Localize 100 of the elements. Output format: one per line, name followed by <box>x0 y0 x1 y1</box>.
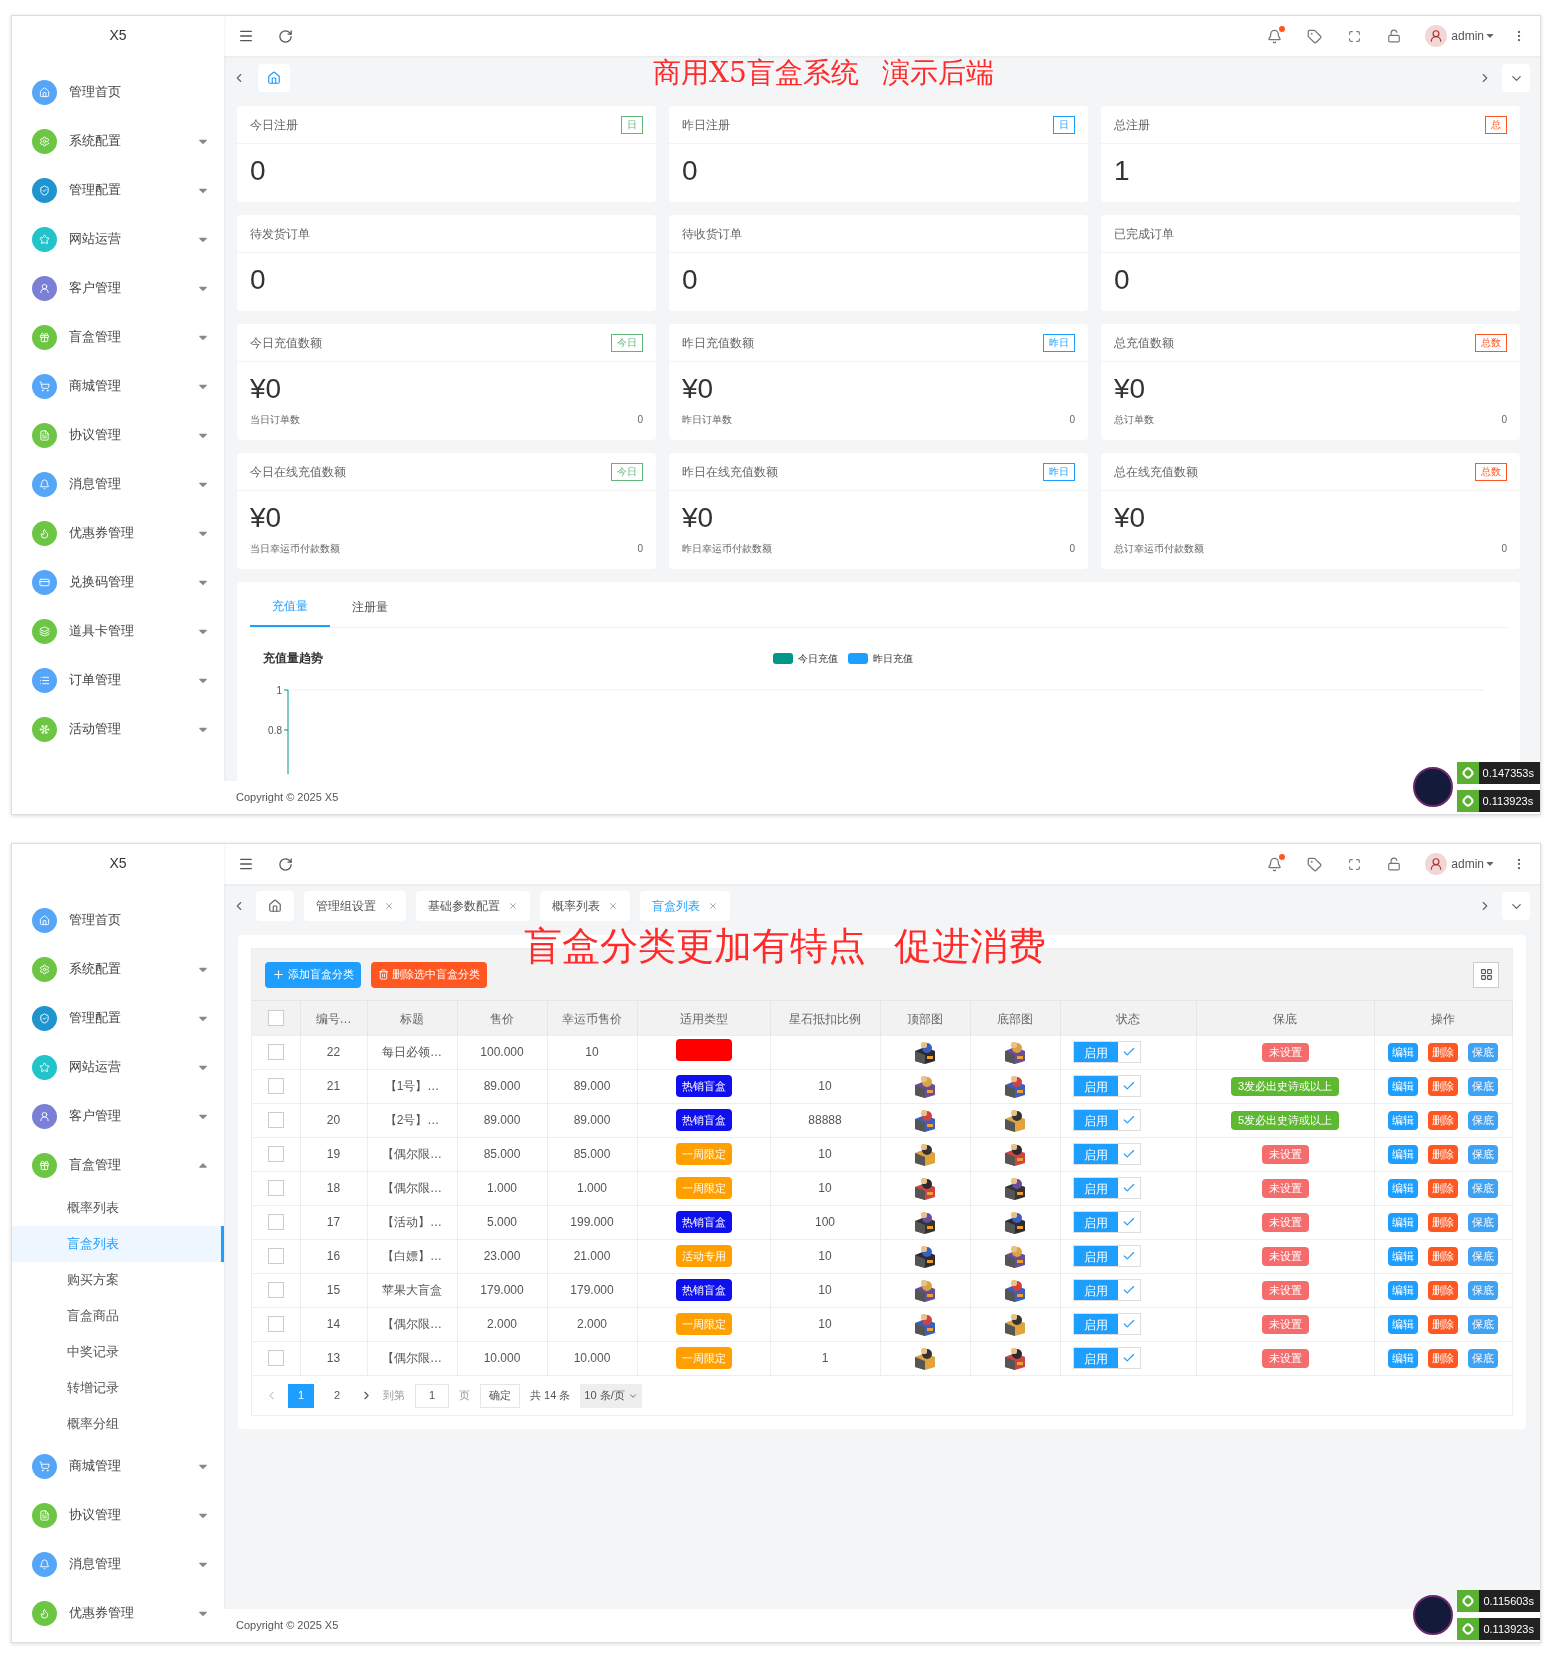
action-button[interactable]: 编辑 <box>1388 1110 1419 1130</box>
sidebar-item[interactable]: 客户管理 <box>12 264 224 313</box>
close-icon[interactable] <box>508 901 518 911</box>
action-button[interactable]: 删除 <box>1428 1246 1459 1266</box>
checkbox[interactable] <box>267 1282 284 1298</box>
sidebar-item[interactable]: 客户管理 <box>12 1092 224 1141</box>
trash-icon[interactable] <box>378 969 389 980</box>
close-icon[interactable] <box>384 901 394 911</box>
sidebar-item[interactable]: 道具卡管理 <box>12 607 224 656</box>
action-button[interactable]: 删除 <box>1428 1144 1459 1164</box>
sidebar-item[interactable]: 兑换码管理 <box>12 558 224 607</box>
check-icon[interactable] <box>1121 1113 1136 1127</box>
check-icon[interactable] <box>1121 1215 1136 1229</box>
action-button[interactable]: 保底 <box>1468 1178 1499 1198</box>
sidebar-item[interactable]: 盲盒管理 <box>12 313 224 362</box>
tag-icon[interactable] <box>1307 856 1323 872</box>
status-switch[interactable]: 启用 <box>1072 1109 1141 1131</box>
check-icon[interactable] <box>1121 1079 1136 1093</box>
sidebar-item[interactable]: 协议管理 <box>12 411 224 460</box>
action-button[interactable]: 编辑 <box>1388 1280 1419 1300</box>
action-button[interactable]: 删除 <box>1428 1110 1459 1130</box>
action-button[interactable]: 删除 <box>1428 1178 1459 1198</box>
sidebar-item[interactable]: 订单管理 <box>12 656 224 705</box>
page-number[interactable]: 2 <box>324 1383 350 1408</box>
action-button[interactable]: 编辑 <box>1388 1042 1419 1062</box>
lock-icon[interactable] <box>1387 29 1402 43</box>
checkbox[interactable] <box>267 1248 284 1264</box>
assistant-icon[interactable] <box>1413 1595 1454 1635</box>
page-tab[interactable]: 概率列表 <box>540 891 630 921</box>
action-button[interactable]: 编辑 <box>1388 1246 1419 1266</box>
status-switch[interactable]: 启用 <box>1072 1041 1141 1063</box>
action-button[interactable]: 编辑 <box>1388 1178 1419 1198</box>
sidebar-item[interactable]: 优惠券管理 <box>12 509 224 558</box>
columns-button[interactable] <box>1473 961 1499 988</box>
page-tab[interactable]: 基础参数配置 <box>416 891 530 921</box>
tag-icon[interactable] <box>1307 28 1323 44</box>
page-tab[interactable]: 管理组设置 <box>304 891 406 921</box>
action-button[interactable]: 保底 <box>1468 1212 1499 1232</box>
checkbox[interactable] <box>267 1146 284 1162</box>
user-name[interactable]: admin <box>1451 855 1484 873</box>
status-switch[interactable]: 启用 <box>1072 1143 1141 1165</box>
refresh-icon[interactable] <box>278 28 293 44</box>
checkbox[interactable] <box>267 1180 284 1196</box>
checkbox[interactable] <box>267 1044 284 1060</box>
sidebar-item[interactable]: 管理配置 <box>12 994 224 1043</box>
action-button[interactable]: 保底 <box>1468 1348 1499 1368</box>
page-size-select[interactable]: 10 条/页 <box>580 1383 642 1408</box>
checkbox[interactable] <box>267 1350 284 1367</box>
status-switch[interactable]: 启用 <box>1072 1177 1141 1199</box>
status-switch[interactable]: 启用 <box>1072 1313 1141 1335</box>
status-switch[interactable]: 启用 <box>1072 1347 1141 1370</box>
submenu-item[interactable]: 中奖记录 <box>12 1334 224 1370</box>
sidebar-item[interactable]: 系统配置 <box>12 117 224 166</box>
home-icon[interactable] <box>267 71 281 85</box>
action-button[interactable]: 保底 <box>1468 1314 1499 1334</box>
sidebar-item[interactable]: 管理首页 <box>12 896 224 945</box>
action-button[interactable]: 保底 <box>1468 1076 1499 1096</box>
home-icon[interactable] <box>268 899 282 913</box>
check-icon[interactable] <box>1121 1181 1136 1195</box>
action-button[interactable]: 删除 <box>1428 1280 1459 1300</box>
action-button[interactable]: 编辑 <box>1388 1144 1419 1164</box>
action-button[interactable]: 编辑 <box>1388 1314 1419 1334</box>
status-switch[interactable]: 启用 <box>1072 1245 1141 1267</box>
checkbox[interactable] <box>267 1112 284 1128</box>
avatar-icon[interactable] <box>1425 25 1448 47</box>
status-switch[interactable]: 启用 <box>1072 1075 1141 1097</box>
action-button[interactable]: 编辑 <box>1388 1076 1419 1096</box>
sidebar-item[interactable]: 网站运营 <box>12 215 224 264</box>
sidebar-item[interactable]: 商城管理 <box>12 1442 224 1491</box>
add-button[interactable]: 添加盲盒分类 <box>265 961 361 988</box>
home-tab[interactable] <box>258 64 290 92</box>
fullscreen-icon[interactable] <box>1348 29 1362 43</box>
action-button[interactable]: 保底 <box>1468 1110 1499 1130</box>
fullscreen-icon[interactable] <box>1348 857 1362 871</box>
checkbox[interactable] <box>267 1009 284 1026</box>
sidebar-item[interactable]: 盲盒管理 <box>12 1141 224 1190</box>
sidebar-item[interactable]: 系统配置 <box>12 945 224 994</box>
menu-icon[interactable] <box>238 28 254 44</box>
action-button[interactable]: 保底 <box>1468 1042 1499 1062</box>
menu-icon[interactable] <box>238 856 254 872</box>
status-switch[interactable]: 启用 <box>1072 1279 1141 1301</box>
page-number[interactable]: 1 <box>288 1383 314 1408</box>
refresh-icon[interactable] <box>278 856 293 872</box>
user-name[interactable]: admin <box>1451 27 1484 45</box>
check-icon[interactable] <box>1121 1283 1136 1297</box>
home-tab[interactable] <box>256 891 294 921</box>
action-button[interactable]: 编辑 <box>1388 1212 1419 1232</box>
checkbox[interactable] <box>267 1316 284 1332</box>
submenu-item[interactable]: 盲盒商品 <box>12 1298 224 1334</box>
action-button[interactable]: 删除 <box>1428 1314 1459 1334</box>
checkbox[interactable] <box>267 1078 284 1094</box>
check-icon[interactable] <box>1121 1045 1136 1059</box>
check-icon[interactable] <box>1121 1249 1136 1263</box>
action-button[interactable]: 编辑 <box>1388 1348 1419 1368</box>
grid-icon[interactable] <box>1479 968 1493 981</box>
delete-button[interactable]: 删除选中盲盒分类 <box>371 961 487 988</box>
action-button[interactable]: 删除 <box>1428 1348 1459 1368</box>
submenu-item[interactable]: 盲盒列表 <box>12 1226 224 1262</box>
sidebar-item[interactable]: 网站运营 <box>12 1043 224 1092</box>
sidebar-item[interactable]: 活动管理 <box>12 705 224 754</box>
